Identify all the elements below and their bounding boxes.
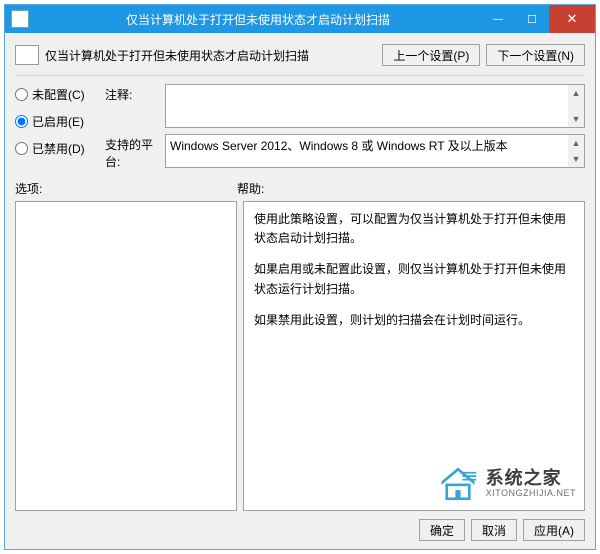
dialog-body: 仅当计算机处于打开但未使用状态才启动计划扫描 上一个设置(P) 下一个设置(N)… — [5, 33, 595, 549]
help-pane: 使用此策略设置，可以配置为仅当计算机处于打开但未使用状态启动计划扫描。 如果启用… — [243, 201, 585, 511]
radio-not-configured[interactable]: 未配置(C) — [15, 86, 105, 103]
close-button[interactable]: ✕ — [549, 5, 595, 33]
help-label: 帮助: — [237, 180, 264, 197]
config-right: 注释: ▲ ▼ 支持的平台: Windows Server 2012、Windo… — [105, 84, 585, 170]
previous-setting-button[interactable]: 上一个设置(P) — [382, 44, 480, 66]
window-title: 仅当计算机处于打开但未使用状态才启动计划扫描 — [35, 11, 481, 28]
mid-labels: 选项: 帮助: — [15, 180, 585, 197]
help-paragraph: 使用此策略设置，可以配置为仅当计算机处于打开但未使用状态启动计划扫描。 — [254, 210, 574, 248]
radio-not-configured-input[interactable] — [15, 88, 28, 101]
watermark-en: XITONGZHIJIA.NET — [486, 489, 576, 499]
comment-label: 注释: — [105, 84, 165, 103]
scroll-up-icon[interactable]: ▲ — [568, 85, 584, 101]
options-label: 选项: — [15, 180, 237, 197]
comment-scrollbar[interactable]: ▲ ▼ — [568, 85, 584, 127]
panes: 使用此策略设置，可以配置为仅当计算机处于打开但未使用状态启动计划扫描。 如果启用… — [15, 201, 585, 511]
comment-textbox[interactable]: ▲ ▼ — [165, 84, 585, 128]
supported-label: 支持的平台: — [105, 134, 165, 170]
supported-textbox: Windows Server 2012、Windows 8 或 Windows … — [165, 134, 585, 168]
radio-group: 未配置(C) 已启用(E) 已禁用(D) — [15, 84, 105, 170]
footer: 确定 取消 应用(A) — [15, 511, 585, 541]
ok-button[interactable]: 确定 — [419, 519, 465, 541]
config-row: 未配置(C) 已启用(E) 已禁用(D) 注释: ▲ — [15, 84, 585, 170]
maximize-button[interactable]: ☐ — [515, 5, 549, 33]
policy-title-label: 仅当计算机处于打开但未使用状态才启动计划扫描 — [45, 47, 376, 64]
policy-dialog: 仅当计算机处于打开但未使用状态才启动计划扫描 ☐ ✕ 仅当计算机处于打开但未使用… — [4, 4, 596, 550]
next-setting-button[interactable]: 下一个设置(N) — [486, 44, 585, 66]
supported-row: 支持的平台: Windows Server 2012、Windows 8 或 W… — [105, 134, 585, 170]
radio-enabled-input[interactable] — [15, 115, 28, 128]
radio-disabled[interactable]: 已禁用(D) — [15, 140, 105, 157]
titlebar: 仅当计算机处于打开但未使用状态才启动计划扫描 ☐ ✕ — [5, 5, 595, 33]
options-pane — [15, 201, 237, 511]
cancel-button[interactable]: 取消 — [471, 519, 517, 541]
watermark-cn: 系统之家 — [486, 469, 576, 489]
house-icon — [436, 464, 480, 504]
watermark-text: 系统之家 XITONGZHIJIA.NET — [486, 469, 576, 499]
comment-row: 注释: ▲ ▼ — [105, 84, 585, 128]
apply-button[interactable]: 应用(A) — [523, 519, 585, 541]
radio-disabled-input[interactable] — [15, 142, 28, 155]
policy-icon — [11, 10, 29, 28]
radio-disabled-label: 已禁用(D) — [32, 140, 85, 157]
radio-enabled-label: 已启用(E) — [32, 113, 84, 130]
scroll-up-icon[interactable]: ▲ — [568, 135, 584, 151]
policy-header-icon — [15, 45, 39, 65]
scroll-down-icon[interactable]: ▼ — [568, 111, 584, 127]
header-row: 仅当计算机处于打开但未使用状态才启动计划扫描 上一个设置(P) 下一个设置(N) — [15, 39, 585, 71]
scroll-down-icon[interactable]: ▼ — [568, 151, 584, 167]
radio-enabled[interactable]: 已启用(E) — [15, 113, 105, 130]
help-paragraph: 如果禁用此设置，则计划的扫描会在计划时间运行。 — [254, 311, 574, 330]
minimize-button[interactable] — [481, 5, 515, 33]
supported-text: Windows Server 2012、Windows 8 或 Windows … — [170, 137, 580, 154]
window-buttons: ☐ ✕ — [481, 5, 595, 33]
help-paragraph: 如果启用或未配置此设置，则仅当计算机处于打开但未使用状态运行计划扫描。 — [254, 260, 574, 298]
watermark: 系统之家 XITONGZHIJIA.NET — [436, 464, 576, 504]
supported-scrollbar[interactable]: ▲ ▼ — [568, 135, 584, 167]
separator — [15, 75, 585, 76]
radio-not-configured-label: 未配置(C) — [32, 86, 85, 103]
